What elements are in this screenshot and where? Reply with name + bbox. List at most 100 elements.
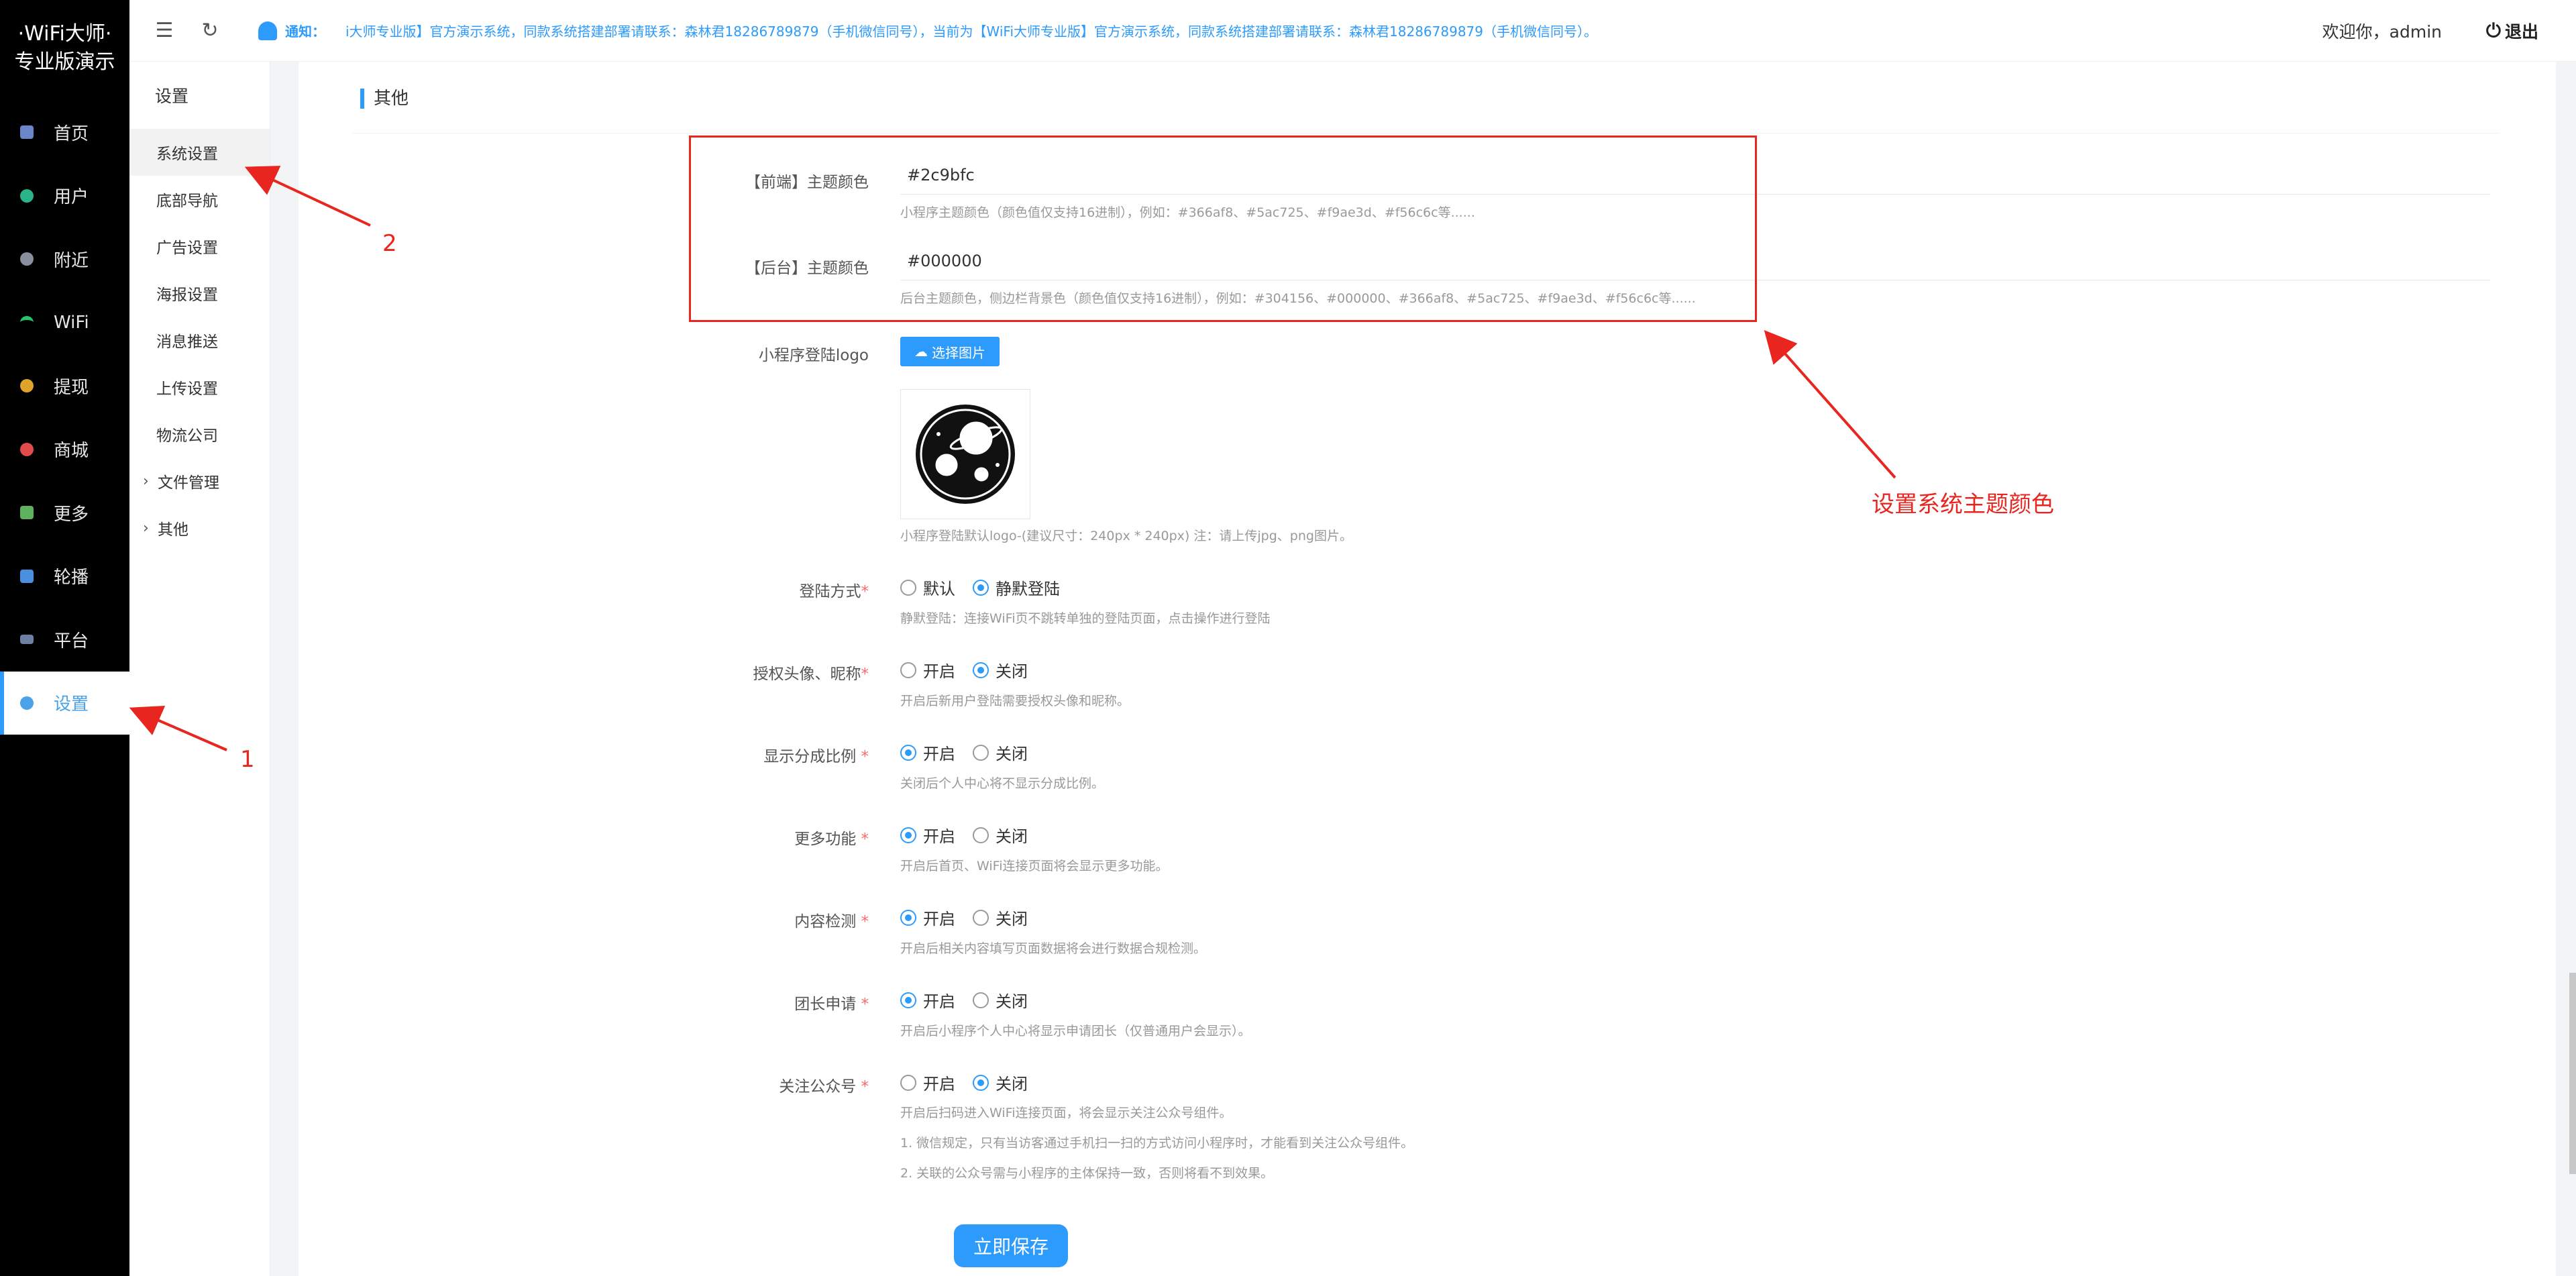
subnav-item-logistics[interactable]: 物流公司	[129, 411, 270, 458]
more-features-radios: 开启 关闭	[900, 823, 1045, 847]
menu-fold-icon[interactable]: ☰	[154, 19, 175, 42]
share-ratio-radios: 开启 关闭	[900, 741, 1045, 764]
login-mode-silent-radio[interactable]: 静默登陆	[973, 576, 1060, 599]
login-mode-radios: 默认 静默登陆	[900, 576, 1077, 599]
more-features-off-radio[interactable]: 关闭	[973, 823, 1028, 847]
notice-bar: 通知： i大师专业版】官方演示系统，同款系统搭建部署请联系：森林君1828678…	[258, 21, 1935, 40]
brand-line2: 专业版演示	[14, 50, 115, 74]
sidebar-item-settings[interactable]: 设置	[0, 671, 129, 735]
sidebar-item-label: WiFi	[54, 312, 89, 333]
subnav-item-label: 其他	[158, 521, 189, 539]
logo-label: 小程序登陆logo	[758, 347, 869, 364]
subnav-title: 设置	[155, 87, 189, 106]
subnav-item-bottom-nav[interactable]: 底部导航	[129, 176, 270, 223]
follow-account-radios: 开启 关闭	[900, 1071, 1045, 1094]
content-check-off-radio[interactable]: 关闭	[973, 906, 1028, 929]
content-check-on-radio[interactable]: 开启	[900, 906, 955, 929]
choose-image-button[interactable]: ☁ 选择图片	[900, 337, 1000, 366]
follow-account-on-radio[interactable]: 开启	[900, 1071, 955, 1094]
sidebar-item-home[interactable]: 首页	[0, 101, 129, 164]
sidebar-item-label: 平台	[54, 631, 89, 651]
location-icon	[20, 252, 34, 266]
sidebar-item-shop[interactable]: 商城	[0, 418, 129, 482]
sidebar-item-carousel[interactable]: 轮播	[0, 545, 129, 608]
auth-avatar-help: 开启后新用户登陆需要授权头像和昵称。	[900, 694, 1130, 708]
chevron-right-icon: ›	[143, 472, 149, 490]
user-icon	[20, 189, 34, 203]
sidebar-item-label: 附近	[54, 250, 89, 271]
login-mode-label: 登陆方式*	[799, 583, 869, 600]
cloud-upload-icon: ☁	[914, 343, 928, 360]
share-ratio-on-radio[interactable]: 开启	[900, 741, 955, 764]
follow-account-label: 关注公众号 *	[779, 1078, 869, 1096]
auth-avatar-on-radio[interactable]: 开启	[900, 658, 955, 682]
annotation-highlight-box	[689, 136, 1757, 322]
subnav-item-ads[interactable]: 广告设置	[129, 223, 270, 270]
auth-avatar-off-radio[interactable]: 关闭	[973, 658, 1028, 682]
login-mode-default-radio[interactable]: 默认	[900, 576, 955, 599]
leader-apply-off-radio[interactable]: 关闭	[973, 988, 1028, 1012]
sidebar-item-nearby[interactable]: 附近	[0, 227, 129, 291]
annotation-label-1: 1	[240, 746, 255, 773]
sidebar-item-platform[interactable]: 平台	[0, 608, 129, 672]
choose-image-label: 选择图片	[932, 344, 985, 361]
monitor-icon	[20, 635, 34, 645]
power-icon: ⏻	[2485, 19, 2501, 42]
share-ratio-help: 关闭后个人中心将不显示分成比例。	[900, 776, 1105, 791]
sidebar-item-label: 轮播	[54, 568, 89, 588]
app-root: ·WiFi大师· 专业版演示 首页 用户 附近 WiFi 提现 商城 更多 轮播…	[0, 0, 2576, 1276]
more-features-label: 更多功能 *	[794, 831, 869, 848]
sidebar-item-wifi[interactable]: WiFi	[0, 291, 129, 355]
leader-apply-on-radio[interactable]: 开启	[900, 988, 955, 1012]
brand-line1: ·WiFi大师·	[17, 22, 112, 46]
follow-note-2: 2. 关联的公众号需与小程序的主体保持一致，否则将看不到效果。	[900, 1166, 1274, 1181]
sidebar-item-label: 设置	[54, 694, 89, 715]
scrollbar-thumb[interactable]	[2569, 973, 2576, 1174]
subnav-item-other[interactable]: › 其他	[129, 504, 270, 551]
sidebar-item-label: 更多	[54, 504, 89, 525]
subnav-item-files[interactable]: › 文件管理	[129, 458, 270, 504]
brand-logo: ·WiFi大师· 专业版演示	[0, 0, 129, 101]
sidebar-item-users[interactable]: 用户	[0, 164, 129, 228]
notice-text: i大师专业版】官方演示系统，同款系统搭建部署请联系：森林君18286789879…	[345, 23, 1597, 40]
logout-button[interactable]: ⏻ 退出	[2486, 0, 2538, 62]
chevron-right-icon: ›	[143, 519, 149, 537]
logo-preview[interactable]	[900, 389, 1030, 519]
subnav-item-upload[interactable]: 上传设置	[129, 364, 270, 411]
refresh-icon[interactable]: ↻	[199, 19, 221, 42]
subnav-item-push[interactable]: 消息推送	[129, 317, 270, 364]
sidebar-item-label: 首页	[54, 123, 89, 144]
auth-avatar-label: 授权头像、昵称*	[753, 666, 869, 683]
login-mode-help: 静默登陆：连接WiFi页不跳转单独的登陆页面，点击操作进行登陆	[900, 611, 1271, 626]
shop-icon	[20, 442, 34, 456]
sidebar-item-more[interactable]: 更多	[0, 481, 129, 545]
divider	[352, 133, 2499, 134]
sidebar-item-withdraw[interactable]: 提现	[0, 354, 129, 418]
carousel-icon	[20, 569, 34, 583]
follow-account-help: 开启后扫码进入WiFi连接页面，将会显示关注公众号组件。	[900, 1106, 1232, 1120]
sidebar-item-label: 提现	[54, 377, 89, 398]
bell-icon	[258, 21, 277, 40]
main-sidebar: ·WiFi大师· 专业版演示 首页 用户 附近 WiFi 提现 商城 更多 轮播…	[0, 0, 129, 1276]
welcome-text: 欢迎你，admin	[2322, 22, 2442, 42]
follow-account-off-radio[interactable]: 关闭	[973, 1071, 1028, 1094]
leader-apply-help: 开启后小程序个人中心将显示申请团长（仅普通用户会显示）。	[900, 1024, 1251, 1039]
share-ratio-label: 显示分成比例 *	[763, 748, 869, 765]
more-features-help: 开启后首页、WiFi连接页面将会显示更多功能。	[900, 859, 1169, 873]
subnav-item-label: 文件管理	[158, 474, 219, 492]
follow-note-1: 1. 微信规定，只有当访客通过手机扫一扫的方式访问小程序时，才能看到关注公众号组…	[900, 1136, 1414, 1151]
settings-subnav: 设置 系统设置 底部导航 广告设置 海报设置 消息推送 上传设置 物流公司 › 文…	[129, 62, 270, 1276]
more-features-on-radio[interactable]: 开启	[900, 823, 955, 847]
annotation-label-2: 2	[382, 230, 397, 257]
share-ratio-off-radio[interactable]: 关闭	[973, 741, 1028, 764]
logo-help: 小程序登陆默认logo-(建议尺寸：240px * 240px) 注：请上传jp…	[900, 529, 1352, 543]
subnav-item-system[interactable]: 系统设置	[129, 129, 270, 176]
content-check-help: 开启后相关内容填写页面数据将会进行数据合规检测。	[900, 941, 1207, 956]
save-button[interactable]: 立即保存	[954, 1224, 1068, 1267]
planet-logo-image	[916, 405, 1015, 504]
subnav-item-poster[interactable]: 海报设置	[129, 270, 270, 317]
notice-label: 通知：	[285, 23, 325, 40]
coin-icon	[20, 379, 34, 393]
auth-avatar-radios: 开启 关闭	[900, 658, 1045, 682]
content-check-label: 内容检测 *	[794, 913, 869, 931]
